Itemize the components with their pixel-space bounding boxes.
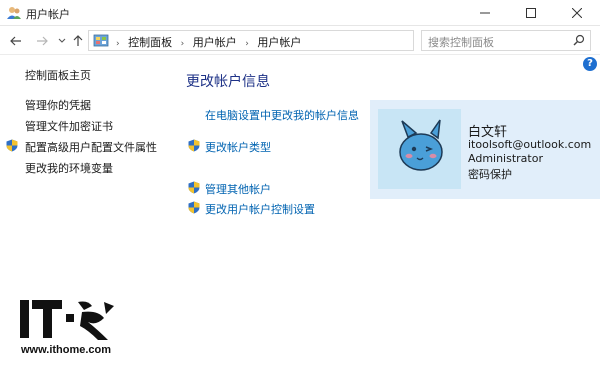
- control-panel-icon: [93, 34, 109, 47]
- uac-shield-icon: [188, 181, 200, 194]
- breadcrumb-separator: ›: [180, 39, 185, 49]
- uac-shield-icon: [6, 139, 18, 152]
- watermark-url: www.ithome.com: [21, 344, 112, 356]
- close-button[interactable]: [554, 0, 600, 26]
- account-card: 白文轩 itoolsoft@outlook.com Administrator …: [370, 100, 600, 199]
- maximize-button[interactable]: [508, 0, 554, 26]
- avatar: [378, 109, 461, 189]
- help-icon[interactable]: ?: [583, 57, 597, 71]
- back-arrow-icon: [10, 36, 21, 46]
- advanced-profile-properties-link[interactable]: 配置高级用户配置文件属性: [25, 139, 157, 155]
- user-accounts-icon: [7, 7, 21, 19]
- minimize-button[interactable]: [462, 0, 508, 26]
- environment-variables-link[interactable]: 更改我的环境变量: [25, 160, 113, 176]
- window-title: 用户帐户: [26, 8, 70, 21]
- account-role: Administrator: [468, 152, 543, 165]
- page-title: 更改帐户信息: [186, 74, 270, 90]
- up-arrow-icon: [73, 35, 83, 46]
- change-account-type-link[interactable]: 更改帐户类型: [205, 139, 271, 155]
- close-icon: [572, 8, 582, 18]
- breadcrumb-separator: ›: [116, 39, 120, 49]
- recent-locations-button[interactable]: [56, 31, 68, 51]
- search-placeholder: 搜索控制面板: [428, 36, 494, 49]
- title-bar: 用户帐户: [0, 0, 600, 26]
- address-box[interactable]: › 控制面板 › 用户帐户 › 用户帐户: [88, 30, 498, 51]
- uac-shield-icon: [188, 201, 200, 214]
- manage-other-accounts-link[interactable]: 管理其他帐户: [205, 181, 271, 197]
- ithome-logo: [20, 300, 114, 340]
- manage-credentials-link[interactable]: 管理你的凭据: [25, 97, 91, 113]
- search-icon[interactable]: [573, 34, 585, 46]
- change-account-in-pc-settings-link[interactable]: 在电脑设置中更改我的帐户信息: [205, 107, 359, 123]
- control-panel-home-link[interactable]: 控制面板主页: [25, 67, 91, 83]
- account-email: itoolsoft@outlook.com: [468, 138, 592, 151]
- search-input[interactable]: 搜索控制面板: [421, 30, 591, 51]
- minimize-icon: [480, 12, 490, 14]
- manage-encryption-certificates-link[interactable]: 管理文件加密证书: [25, 118, 113, 134]
- address-bar: › 控制面板 › 用户帐户 › 用户帐户 搜索控制面板: [0, 27, 600, 55]
- breadcrumb-separator: ›: [245, 39, 249, 49]
- back-button[interactable]: [6, 31, 26, 51]
- forward-button[interactable]: [32, 31, 52, 51]
- maximize-icon: [526, 8, 536, 18]
- breadcrumb-item[interactable]: 控制面板: [128, 36, 172, 49]
- forward-arrow-icon: [37, 36, 48, 46]
- breadcrumb: › 控制面板 › 用户帐户 › 用户帐户: [111, 34, 301, 50]
- uac-shield-icon: [188, 139, 200, 152]
- uac-settings-link[interactable]: 更改用户帐户控制设置: [205, 201, 315, 217]
- chevron-down-icon: [58, 38, 66, 43]
- breadcrumb-item[interactable]: 用户帐户: [257, 36, 301, 49]
- up-button[interactable]: [70, 31, 86, 51]
- avatar-cat-icon: [399, 119, 443, 171]
- password-status: 密码保护: [468, 168, 512, 181]
- breadcrumb-item[interactable]: 用户帐户: [193, 36, 237, 49]
